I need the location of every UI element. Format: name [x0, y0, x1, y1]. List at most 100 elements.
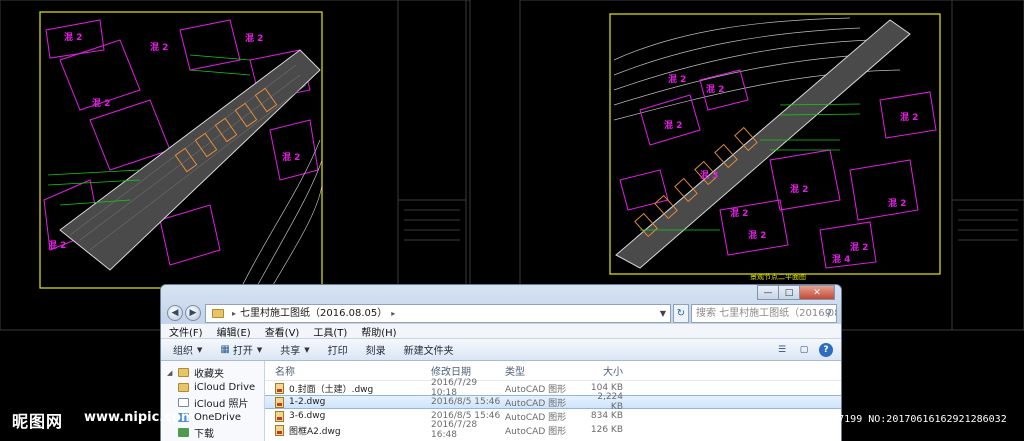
nav-item-favorites[interactable]: ◢ 收藏夹 — [161, 365, 264, 380]
photo-icon — [178, 398, 189, 407]
explorer-body: ◢ 收藏夹 iCloud Drive iCloud 照片 OneDrive 下载… — [161, 361, 841, 441]
open-icon: ▦ — [220, 344, 230, 355]
file-row-selected[interactable]: 1-2.dwg 2016/8/5 15:46 AutoCAD 图形 2,224 … — [265, 392, 841, 412]
menu-file[interactable]: 文件(F) — [169, 324, 203, 339]
back-button[interactable]: ◀ — [167, 305, 183, 321]
nav-item-label: 收藏夹 — [194, 369, 224, 380]
cad-label: 混 2 — [664, 121, 683, 131]
share-button[interactable]: 共享 ▼ — [280, 342, 310, 358]
file-list: 名称 修改日期 类型 大小 0.封面（土建）.dwg 2016/7/29 10:… — [265, 361, 841, 441]
share-label: 共享 — [280, 346, 301, 357]
address-bar[interactable]: ▸ 七里村施工图纸（2016.08.05） ▸ ▼ — [205, 304, 671, 323]
preview-pane-icon[interactable]: ▢ — [797, 343, 811, 357]
print-label: 打印 — [327, 346, 348, 357]
cad-label: 混 2 — [900, 113, 919, 123]
file-row[interactable]: 3-6.dwg 2016/8/5 15:46 AutoCAD 图形 834 KB — [265, 409, 841, 423]
chevron-down-icon[interactable]: ◢ — [167, 369, 175, 377]
cad-label: 混 2 — [150, 43, 169, 53]
chevron-down-icon: ▼ — [304, 345, 310, 354]
cad-label: 混 2 — [730, 209, 749, 219]
file-explorer-window: — □ ✕ ◀ ▶ ▸ 七里村施工图纸（2016.08.05） ▸ ▼ ↻ 搜索… — [160, 284, 842, 441]
folder-icon — [212, 309, 224, 318]
toolbar-right: ☰ ▢ ? — [767, 343, 833, 357]
print-button[interactable]: 打印 — [328, 342, 348, 357]
nav-item-icloud-photos[interactable]: iCloud 照片 — [161, 395, 264, 410]
cad-label: 混 2 — [748, 231, 767, 241]
file-date: 2016/7/28 16:48 — [431, 420, 478, 440]
star-icon — [178, 368, 189, 377]
window-controls: — □ ✕ — [757, 285, 835, 300]
download-icon — [178, 428, 189, 437]
cad-label: 混 2 — [790, 185, 809, 195]
breadcrumb[interactable]: 七里村施工图纸（2016.08.05） — [240, 305, 387, 322]
cad-label: 混 2 — [245, 34, 264, 44]
cad-drawing-title: 景观节点二平面图 — [750, 273, 806, 281]
column-header-size[interactable]: 大小 — [587, 363, 623, 378]
cad-label: 混 2 — [64, 33, 83, 43]
search-input[interactable]: 搜索 七里村施工图纸（2016.08.05） ⚲ — [691, 304, 837, 323]
breadcrumb-separator-icon: ▸ — [391, 309, 396, 318]
file-name: 1-2.dwg — [289, 397, 326, 407]
file-date: 2016/8/5 15:46 — [431, 397, 501, 407]
view-options-icon[interactable]: ☰ — [775, 343, 789, 357]
cad-label: 混 2 — [48, 241, 67, 251]
menu-tools[interactable]: 工具(T) — [313, 324, 347, 339]
forward-button[interactable]: ▶ — [185, 305, 201, 321]
folder-icon — [178, 383, 189, 392]
nav-item-label: iCloud Drive — [194, 382, 256, 393]
column-header-date[interactable]: 修改日期 — [431, 363, 505, 378]
watermark-id: ID:10467199 NO:20170616162921286032 — [796, 414, 1007, 425]
help-icon[interactable]: ? — [819, 343, 833, 357]
file-row[interactable]: 0.封面（土建）.dwg 2016/7/29 10:18 AutoCAD 图形 … — [265, 378, 841, 398]
chevron-down-icon[interactable]: ▼ — [660, 305, 666, 322]
cad-label: 混 2 — [668, 75, 687, 85]
new-folder-label: 新建文件夹 — [403, 346, 454, 357]
cad-label: 混 2 — [850, 243, 869, 253]
refresh-button[interactable]: ↻ — [673, 304, 689, 323]
file-type: AutoCAD 图形 — [505, 412, 567, 423]
column-header-type[interactable]: 类型 — [505, 363, 587, 378]
nav-item-icloud-drive[interactable]: iCloud Drive — [161, 380, 264, 395]
open-label: 打开 — [232, 346, 253, 357]
file-type: AutoCAD 图形 — [505, 426, 567, 437]
file-type: AutoCAD 图形 — [505, 384, 567, 395]
cad-label: 混 2 — [888, 199, 907, 209]
open-button[interactable]: ▦ 打开 ▼ — [220, 342, 262, 357]
minimize-button[interactable]: — — [757, 285, 779, 300]
file-name: 图框A2.dwg — [289, 426, 341, 437]
watermark-url: www.nipic.com — [84, 410, 195, 425]
breadcrumb-separator-icon: ▸ — [232, 309, 237, 318]
close-button[interactable]: ✕ — [799, 285, 835, 300]
cad-label: 混 2 — [706, 85, 725, 95]
file-row[interactable]: 图框A2.dwg 2016/7/28 16:48 AutoCAD 图形 126 … — [265, 420, 841, 440]
organize-button[interactable]: 组织 ▼ — [173, 342, 203, 358]
navigation-pane: ◢ 收藏夹 iCloud Drive iCloud 照片 OneDrive 下载 — [161, 361, 265, 441]
search-icon[interactable]: ⚲ — [825, 305, 832, 322]
file-type: AutoCAD 图形 — [505, 398, 567, 409]
cad-label: 混 3 — [700, 171, 719, 181]
burn-button[interactable]: 刻录 — [366, 342, 386, 357]
watermark-logo: 昵图网 — [12, 412, 64, 431]
file-name: 0.封面（土建）.dwg — [289, 384, 374, 395]
command-toolbar: 组织 ▼ ▦ 打开 ▼ 共享 ▼ 打印 刻录 新建文件夹 ☰ ▢ ? — [161, 339, 841, 361]
maximize-button[interactable]: □ — [778, 285, 800, 300]
nav-item-downloads[interactable]: 下载 — [161, 425, 264, 440]
new-folder-button[interactable]: 新建文件夹 — [404, 342, 454, 357]
column-header-name[interactable]: 名称 — [265, 363, 431, 378]
chevron-down-icon: ▼ — [197, 345, 203, 354]
file-list-header: 名称 修改日期 类型 大小 — [265, 361, 841, 381]
menu-edit[interactable]: 编辑(E) — [217, 324, 251, 339]
menu-view[interactable]: 查看(V) — [265, 324, 300, 339]
dwg-file-icon — [275, 382, 284, 394]
chevron-down-icon: ▼ — [256, 345, 263, 354]
nav-item-label: 下载 — [194, 429, 214, 440]
dwg-file-icon — [275, 410, 284, 422]
menu-help[interactable]: 帮助(H) — [361, 324, 396, 339]
file-name: 3-6.dwg — [289, 411, 326, 421]
cad-label: 混 2 — [282, 153, 301, 163]
menu-bar: 文件(F) 编辑(E) 查看(V) 工具(T) 帮助(H) — [161, 323, 841, 339]
dwg-file-icon — [275, 396, 284, 408]
nav-item-label: OneDrive — [194, 412, 242, 423]
file-size: 126 KB — [590, 425, 623, 435]
burn-label: 刻录 — [365, 346, 386, 357]
